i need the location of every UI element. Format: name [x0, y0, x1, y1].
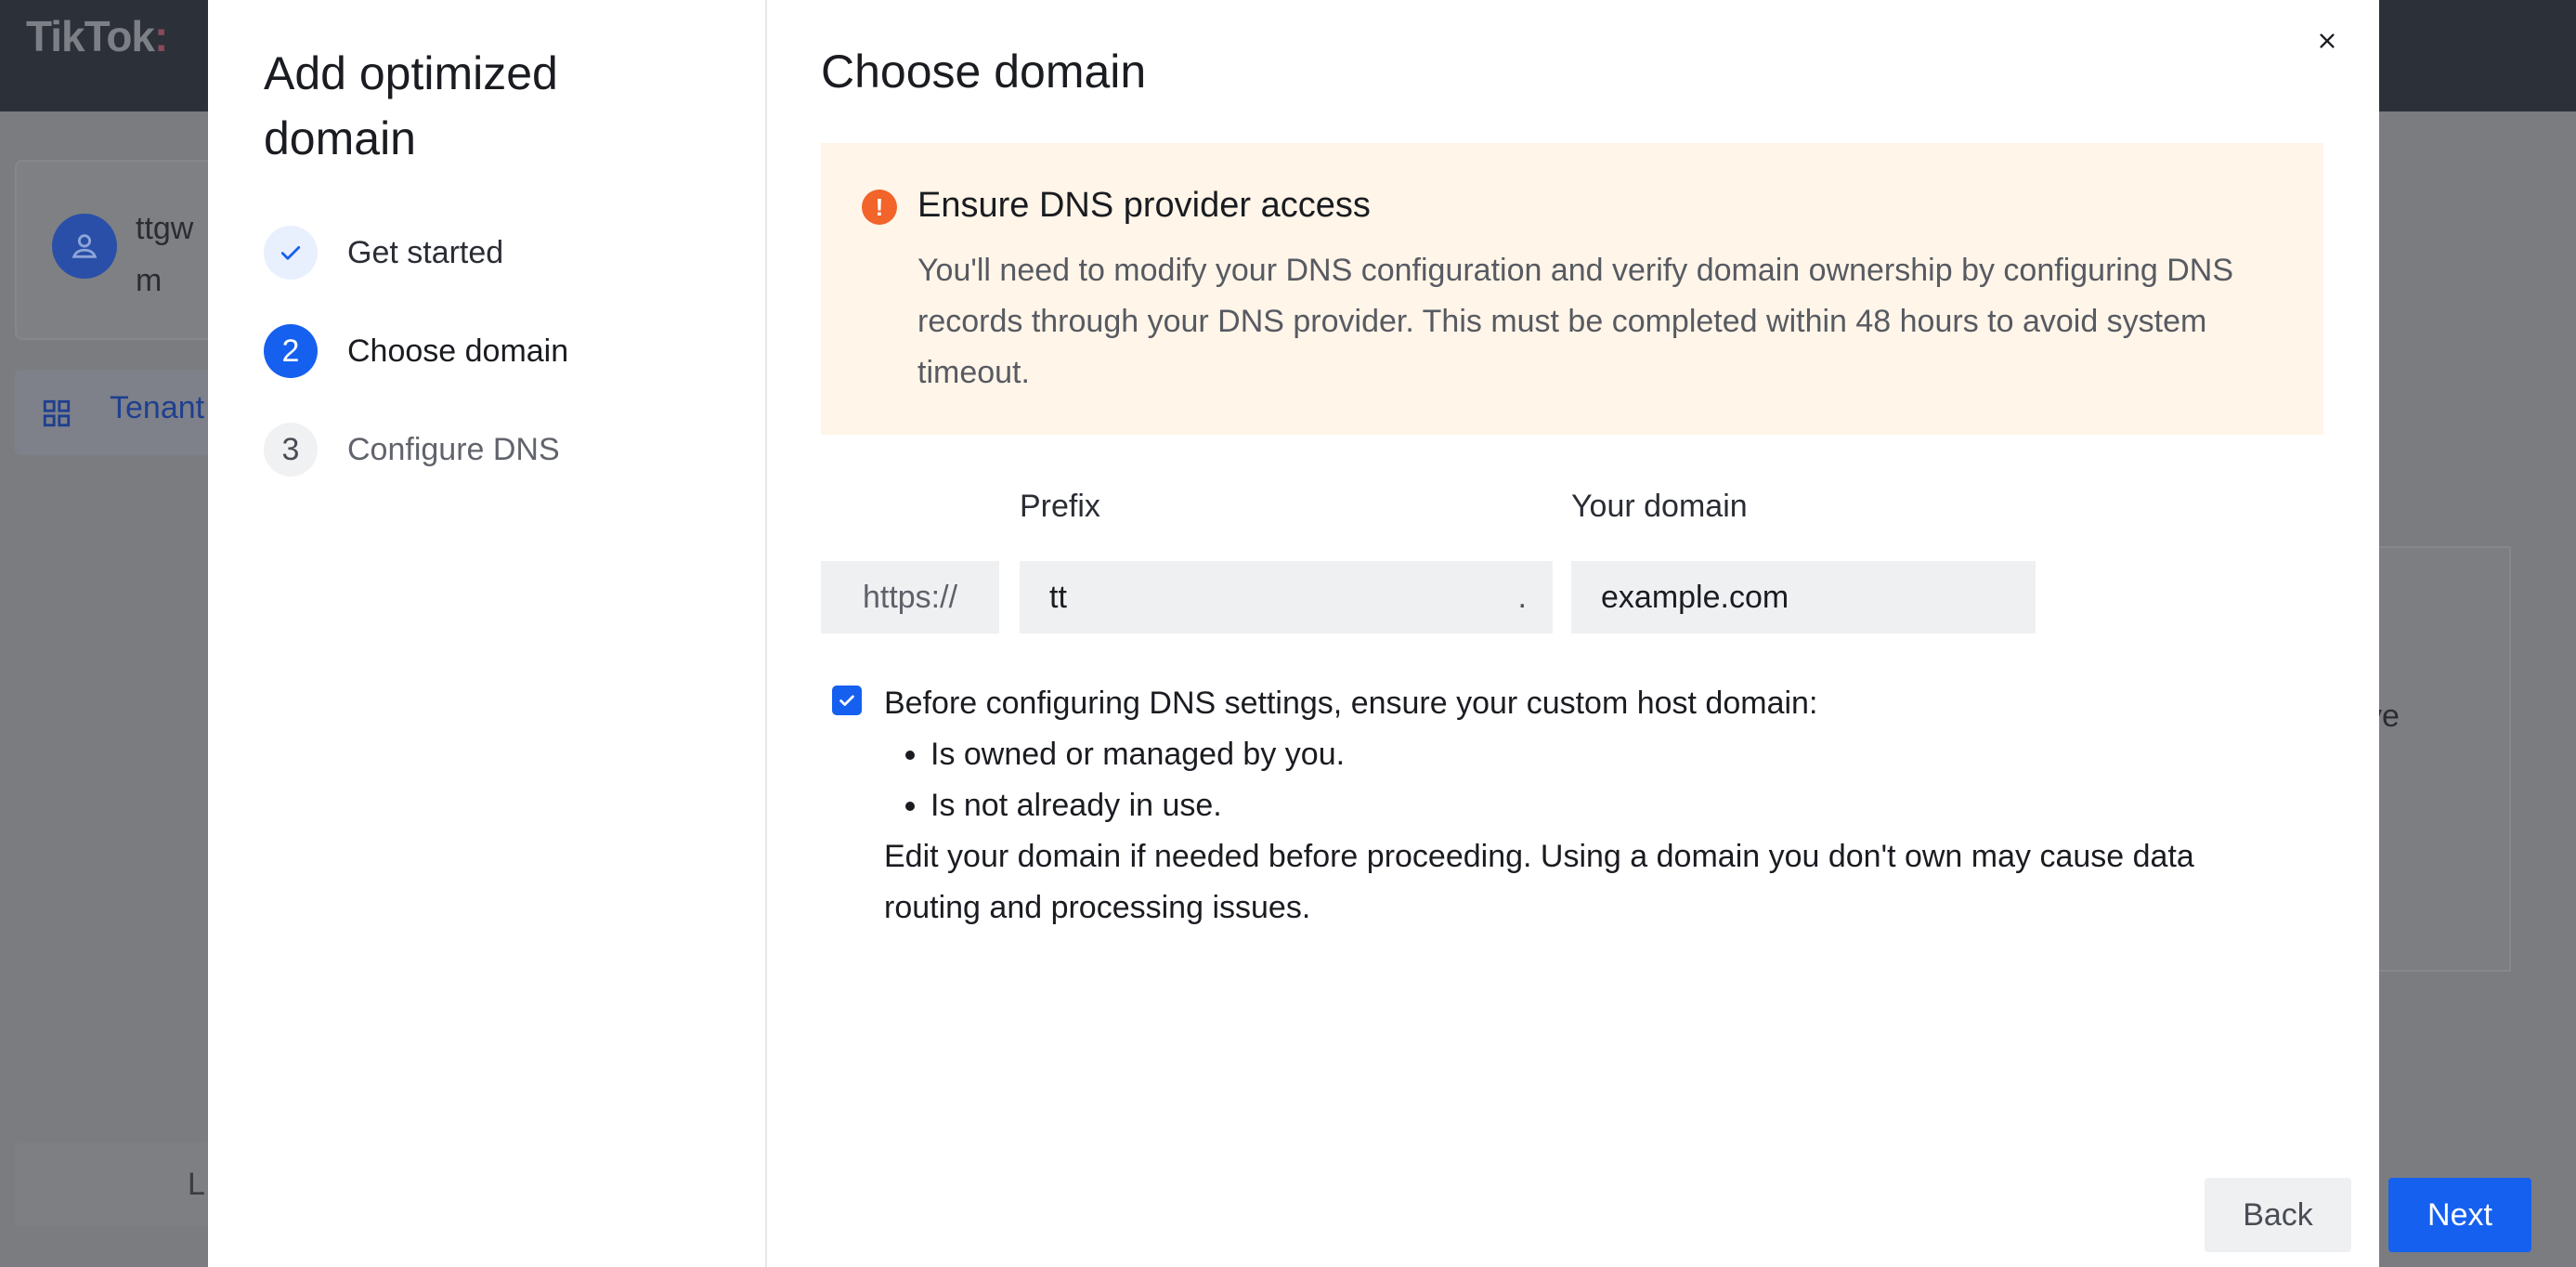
user-name: ttgw m	[136, 211, 194, 298]
back-button[interactable]: Back	[2205, 1178, 2351, 1252]
step-choose-domain: 2 Choose domain	[264, 323, 568, 379]
alert-body: You'll need to modify your DNS configura…	[917, 253, 2233, 390]
step-label: Configure DNS	[347, 431, 560, 467]
nav-item-label: Tenant	[110, 390, 205, 425]
main-pane: Choose domain ! Ensure DNS provider acce…	[821, 0, 2531, 1267]
checkmark-icon	[839, 695, 854, 706]
acknowledge-checkbox[interactable]	[832, 686, 862, 715]
add-domain-modal: Add optimized domain Get started 2 Choos…	[208, 0, 2531, 1267]
acknowledge-footer: Edit your domain if needed before procee…	[884, 839, 2194, 925]
close-button[interactable]	[2307, 20, 2348, 61]
page-title: Choose domain	[821, 46, 1147, 98]
prefix-separator: .	[1517, 580, 1527, 615]
list-item: Is not already in use.	[930, 780, 2296, 831]
acknowledge-text: Before configuring DNS settings, ensure …	[884, 678, 2296, 934]
requirements-list: Is owned or managed by you. Is not alrea…	[884, 729, 2296, 831]
domain-label: Your domain	[1571, 489, 1748, 524]
acknowledge-heading: Before configuring DNS settings, ensure …	[884, 686, 1818, 721]
user-icon	[72, 234, 98, 258]
prefix-value: tt	[1049, 579, 1067, 615]
scheme-addon: https://	[821, 561, 999, 634]
grid-icon	[43, 399, 71, 427]
steps-pane: Add optimized domain Get started 2 Choos…	[208, 0, 767, 1267]
check-icon	[264, 226, 318, 280]
step-number: 2	[264, 324, 318, 378]
warning-icon: !	[862, 189, 897, 225]
warning-alert: ! Ensure DNS provider access You'll need…	[821, 143, 2323, 435]
modal-title: Add optimized domain	[264, 47, 558, 164]
step-configure-dns: 3 Configure DNS	[264, 422, 560, 477]
content-panel	[2377, 546, 2511, 972]
tiktok-logo: TikTok:	[26, 12, 168, 60]
close-icon	[2320, 33, 2335, 48]
next-button[interactable]: Next	[2388, 1178, 2531, 1252]
bottom-item-label: L	[188, 1167, 205, 1202]
step-label: Choose domain	[347, 333, 569, 369]
alert-title: Ensure DNS provider access	[917, 186, 1371, 225]
step-get-started: Get started	[264, 225, 503, 281]
avatar	[52, 214, 117, 279]
prefix-label: Prefix	[1020, 489, 1100, 524]
list-item: Is owned or managed by you.	[930, 729, 2296, 780]
domain-input[interactable]: example.com	[1571, 561, 2036, 634]
step-number: 3	[264, 423, 318, 477]
prefix-input[interactable]: tt .	[1020, 561, 1553, 634]
domain-value: example.com	[1601, 579, 1789, 615]
step-label: Get started	[347, 234, 504, 270]
